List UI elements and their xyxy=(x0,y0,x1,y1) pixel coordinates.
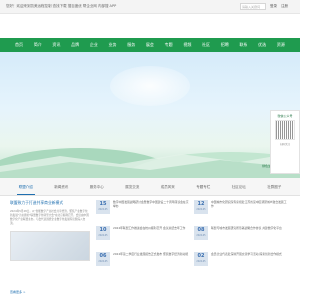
date-badge: 06 2024-05 xyxy=(96,252,110,266)
welcome-text: 您好！欢迎来到凯美远程控制 查找下载 搜百度优 帮企业网 内部搜 APP xyxy=(6,4,117,8)
tab-groups[interactable]: 社群圈子 xyxy=(265,178,283,195)
nav-item[interactable]: 业务 xyxy=(104,38,122,52)
nav-item[interactable]: 资讯 xyxy=(47,38,65,52)
nav-item[interactable]: 专题 xyxy=(160,38,178,52)
news-item[interactable]: 15 2024-05 数字中国发展战略研讨会暨数字中国建设二十周年座谈会在京举办 xyxy=(96,200,194,222)
news-title[interactable]: 联盟与城市发展研究所签署战略合作协议 共建数字化平台 xyxy=(211,226,289,230)
about-photo[interactable] xyxy=(10,231,90,261)
section-tabs: 联盟介绍 新闻资讯 服务中心 展览交流 成员风采 专题专栏 社区论坛 社群圈子 xyxy=(0,178,300,196)
news-row: 10 2024-05 2024年联盟工作推进会在杭州顺利召开 会议总结去年工作 … xyxy=(96,226,296,248)
tab-news[interactable]: 新闻资讯 xyxy=(52,178,70,195)
tab-topics[interactable]: 专题专栏 xyxy=(194,178,212,195)
nav-item[interactable]: 优选 xyxy=(253,38,271,52)
about-title[interactable]: 联盟致力于打造共享商业新模式 xyxy=(10,200,90,206)
date-day: 12 xyxy=(197,201,205,207)
qr-panel: 微信公众号 扫码关注 xyxy=(270,110,300,174)
tab-exhibition[interactable]: 展览交流 xyxy=(123,178,141,195)
date-month: 2024-05 xyxy=(196,260,206,263)
news-item[interactable]: 06 2024-05 2024年第二季度行业发展报告正式发布 聚焦数字经济新动能 xyxy=(96,252,194,274)
hero-banner[interactable]: 绿色生态家园 xyxy=(0,52,300,178)
nav-item[interactable]: 品牌 xyxy=(66,38,84,52)
tab-service[interactable]: 服务中心 xyxy=(88,178,106,195)
news-item[interactable]: 10 2024-05 2024年联盟工作推进会在杭州顺利召开 会议总结去年工作 xyxy=(96,226,194,248)
tab-members[interactable]: 成员风采 xyxy=(159,178,177,195)
news-row: 15 2024-05 数字中国发展战略研讨会暨数字中国建设二十周年座谈会在京举办… xyxy=(96,200,296,222)
more-link[interactable]: 查看更多 > xyxy=(10,290,25,294)
news-title[interactable]: 2024年第二季度行业发展报告正式发布 聚焦数字经济新动能 xyxy=(113,252,191,256)
date-day: 08 xyxy=(197,227,205,233)
news-item[interactable]: 08 2024-05 联盟与城市发展研究所签署战略合作协议 共建数字化平台 xyxy=(194,226,292,248)
news-item[interactable]: 12 2024-05 中国城市化研究院专家组赴江苏省吴中区调研城乡融合发展工作 xyxy=(194,200,292,222)
news-list: 15 2024-05 数字中国发展战略研讨会暨数字中国建设二十周年座谈会在京举办… xyxy=(96,200,296,278)
nav-item[interactable]: 社区 xyxy=(197,38,215,52)
date-month: 2024-05 xyxy=(196,234,206,237)
main-nav: 首页 简介 资讯 品牌 企业 业务 服务 展会 专题 视频 社区 招聘 联系 优… xyxy=(0,38,300,52)
nav-item[interactable]: 联系 xyxy=(234,38,252,52)
date-badge: 08 2024-05 xyxy=(194,226,208,240)
about-section: 联盟致力于打造共享商业新模式 2024年5月28日，以"智能数字产业社会共享经济… xyxy=(10,200,90,300)
qr-title: 微信公众号 xyxy=(277,114,293,118)
nav-item[interactable]: 视频 xyxy=(178,38,196,52)
date-badge: 10 2024-05 xyxy=(96,226,110,240)
news-title[interactable]: 会员企业代表赴深圳开展交流学习活动 探索创新合作模式 xyxy=(211,252,289,256)
tab-forum[interactable]: 社区论坛 xyxy=(230,178,248,195)
register-link[interactable]: 注册 xyxy=(281,4,288,9)
nav-item[interactable]: 首页 xyxy=(10,38,28,52)
news-title[interactable]: 2024年联盟工作推进会在杭州顺利召开 会议总结去年工作 xyxy=(113,226,191,230)
news-row: 06 2024-05 2024年第二季度行业发展报告正式发布 聚焦数字经济新动能… xyxy=(96,252,296,274)
banner-glow xyxy=(110,66,190,106)
tab-intro[interactable]: 联盟介绍 xyxy=(16,178,35,195)
date-badge: 12 2024-05 xyxy=(194,200,208,214)
nav-item[interactable]: 展会 xyxy=(141,38,159,52)
search-input[interactable]: 请输入关键词 xyxy=(240,3,266,10)
nav-item[interactable]: 招聘 xyxy=(216,38,234,52)
logo-row xyxy=(0,14,300,38)
about-text: 2024年5月28日，以"智能数字产业社会共享经济，聚焦产业数字化新发展"为主题… xyxy=(10,210,89,225)
nav-item[interactable]: 资源 xyxy=(272,38,290,52)
news-title[interactable]: 数字中国发展战略研讨会暨数字中国建设二十周年座谈会在京举办 xyxy=(113,200,191,208)
date-day: 02 xyxy=(197,253,205,259)
banner-wave xyxy=(0,152,300,178)
news-title[interactable]: 中国城市化研究院专家组赴江苏省吴中区调研城乡融合发展工作 xyxy=(211,200,289,208)
date-day: 15 xyxy=(99,201,107,207)
date-badge: 02 2024-05 xyxy=(194,252,208,266)
date-month: 2024-05 xyxy=(98,234,108,237)
qr-link[interactable]: 扫码关注 xyxy=(273,142,297,146)
qr-code-icon xyxy=(275,120,295,140)
date-day: 10 xyxy=(99,227,107,233)
news-item[interactable]: 02 2024-05 会员企业代表赴深圳开展交流学习活动 探索创新合作模式 xyxy=(194,252,292,274)
date-month: 2024-05 xyxy=(196,208,206,211)
date-month: 2024-05 xyxy=(98,208,108,211)
nav-item[interactable]: 企业 xyxy=(85,38,103,52)
date-badge: 15 2024-05 xyxy=(96,200,110,214)
top-right: 请输入关键词 登录 注册 xyxy=(240,3,288,10)
top-bar: 您好！欢迎来到凯美远程控制 查找下载 搜百度优 帮企业网 内部搜 APP 请输入… xyxy=(0,0,300,14)
date-month: 2024-05 xyxy=(98,260,108,263)
nav-item[interactable]: 服务 xyxy=(122,38,140,52)
date-day: 06 xyxy=(99,253,107,259)
login-link[interactable]: 登录 xyxy=(270,4,277,9)
nav-item[interactable]: 简介 xyxy=(29,38,47,52)
